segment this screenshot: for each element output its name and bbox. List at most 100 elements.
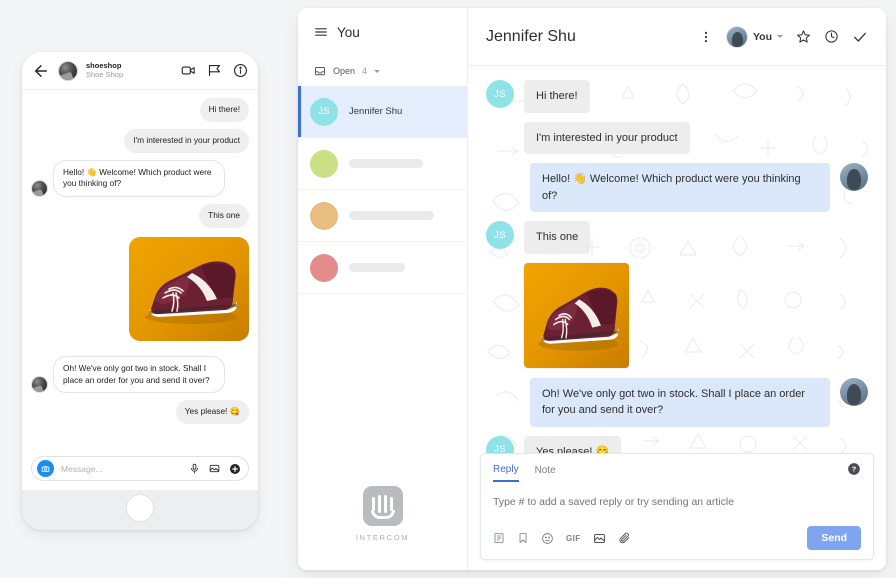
message-bubble: Hello! 👋 Welcome! Which product were you…	[53, 160, 225, 198]
image-icon[interactable]	[209, 463, 220, 474]
intercom-window: You Open 4 JS Jennifer Shu	[298, 8, 886, 570]
avatar	[840, 378, 868, 406]
question-mark-circle-icon[interactable]: ?	[847, 462, 861, 476]
intercom-logo-label: INTERCOM	[356, 533, 409, 542]
shoe-photo	[524, 263, 629, 368]
inbox-filter[interactable]: Open 4	[298, 56, 467, 86]
avatar-spacer	[486, 122, 514, 150]
message-bubble: Oh! We've only got two in stock. Shall I…	[530, 378, 830, 427]
tab-note[interactable]: Note	[535, 465, 556, 481]
message-row: JS This one	[486, 221, 868, 254]
sidebar-title: You	[337, 25, 360, 40]
video-camera-icon[interactable]	[181, 63, 196, 78]
message-row: Hello! 👋 Welcome! Which product were you…	[31, 160, 249, 198]
avatar: JS	[486, 221, 514, 249]
avatar	[840, 163, 868, 191]
arrow-left-icon[interactable]	[32, 62, 50, 80]
conversation-list-item[interactable]: JS Jennifer Shu	[298, 86, 467, 138]
message-row: Yes please! 😋	[31, 400, 249, 424]
inbox-sidebar: You Open 4 JS Jennifer Shu	[298, 8, 468, 570]
info-circle-icon[interactable]	[233, 63, 248, 78]
message-row: Hello! 👋 Welcome! Which product were you…	[486, 163, 868, 212]
message-input-placeholder[interactable]: Message...	[61, 464, 189, 474]
message-bubble: This one	[524, 221, 590, 254]
emoji-icon[interactable]	[541, 532, 554, 545]
instagram-message-thread: Hi there! I'm interested in your product…	[22, 90, 258, 452]
message-bubble: Yes please! 😋	[176, 400, 249, 424]
camera-icon[interactable]	[37, 460, 54, 477]
message-row: Oh! We've only got two in stock. Shall I…	[486, 378, 868, 427]
message-bubble: I'm interested in your product	[124, 129, 249, 153]
attachment-icon[interactable]	[618, 532, 631, 545]
svg-text:?: ?	[852, 465, 857, 474]
conversation-list-item[interactable]	[298, 138, 467, 190]
message-row: Hi there!	[31, 98, 249, 122]
message-bubble: Hi there!	[200, 98, 249, 122]
avatar-initials: JS	[494, 230, 506, 241]
image-icon[interactable]	[593, 532, 606, 545]
sidebar-header: You	[298, 8, 467, 56]
composer-bottom-bar: GIF Send	[493, 526, 861, 550]
conversation-list-item[interactable]	[298, 190, 467, 242]
plus-circle-icon[interactable]	[229, 463, 241, 475]
message-bubble: This one	[199, 204, 249, 228]
avatar-initials: JS	[318, 106, 330, 117]
conversation-header: Jennifer Shu You	[468, 8, 886, 66]
instagram-phone-mockup: shoeshop Shoe Shop Hi there! I'm int	[22, 52, 258, 530]
saved-reply-icon[interactable]	[493, 532, 505, 544]
account-names: shoeshop Shoe Shop	[86, 62, 181, 79]
message-bubble: Hi there!	[524, 80, 590, 113]
message-row: I'm interested in your product	[486, 122, 868, 155]
conversation-name: Jennifer Shu	[349, 106, 402, 117]
reply-input-placeholder[interactable]: Type # to add a saved reply or try sendi…	[493, 496, 861, 508]
composer-tabs: Reply Note ?	[493, 464, 861, 482]
inbox-icon	[314, 65, 326, 77]
message-bubble: I'm interested in your product	[524, 122, 690, 155]
message-row: This one	[31, 204, 249, 228]
chevron-down-icon[interactable]	[777, 35, 783, 38]
clock-icon[interactable]	[824, 29, 839, 44]
product-image[interactable]	[129, 237, 249, 341]
inbox-filter-count: 4	[362, 66, 367, 76]
product-image[interactable]	[524, 263, 629, 368]
reply-composer[interactable]: Reply Note ? Type # to add a saved reply…	[480, 453, 874, 560]
composer-actions	[189, 463, 241, 475]
avatar: JS	[310, 98, 338, 126]
assignee-selector[interactable]: You	[726, 26, 783, 48]
inbox-filter-label: Open	[333, 66, 355, 76]
avatar: JS	[486, 80, 514, 108]
conversation-title: Jennifer Shu	[486, 28, 699, 46]
message-bubble: Hello! 👋 Welcome! Which product were you…	[530, 163, 830, 212]
hamburger-menu-icon[interactable]	[314, 25, 328, 39]
message-row: Oh! We've only got two in stock. Shall I…	[31, 356, 249, 394]
avatar	[31, 180, 48, 197]
flag-icon[interactable]	[207, 63, 222, 78]
chevron-down-icon[interactable]	[374, 70, 380, 73]
intercom-logo: INTERCOM	[298, 486, 467, 542]
checkmark-icon[interactable]	[852, 29, 868, 45]
phone-screen: shoeshop Shoe Shop Hi there! I'm int	[22, 52, 258, 490]
three-dot-menu-icon[interactable]	[699, 30, 713, 44]
microphone-icon[interactable]	[189, 463, 200, 474]
composer-toolbar: GIF	[493, 532, 807, 545]
conversation-name-placeholder	[349, 263, 405, 272]
gif-icon[interactable]: GIF	[566, 534, 581, 543]
avatar	[310, 150, 338, 178]
avatar	[310, 254, 338, 282]
conversation-list-item[interactable]	[298, 242, 467, 294]
avatar	[31, 376, 48, 393]
avatar	[310, 202, 338, 230]
product-image-row	[31, 235, 249, 349]
send-button[interactable]: Send	[807, 526, 861, 550]
avatar-initials: JS	[494, 89, 506, 100]
header-actions	[181, 63, 248, 78]
bookmark-icon[interactable]	[517, 532, 529, 544]
account-display-name: Shoe Shop	[86, 71, 181, 80]
instagram-message-composer[interactable]: Message...	[31, 456, 249, 481]
message-bubble: Oh! We've only got two in stock. Shall I…	[53, 356, 225, 394]
instagram-chat-header: shoeshop Shoe Shop	[22, 52, 258, 90]
conversation-actions: You	[699, 26, 868, 48]
tab-reply[interactable]: Reply	[493, 464, 519, 482]
avatar	[58, 61, 78, 81]
star-icon[interactable]	[796, 29, 811, 44]
